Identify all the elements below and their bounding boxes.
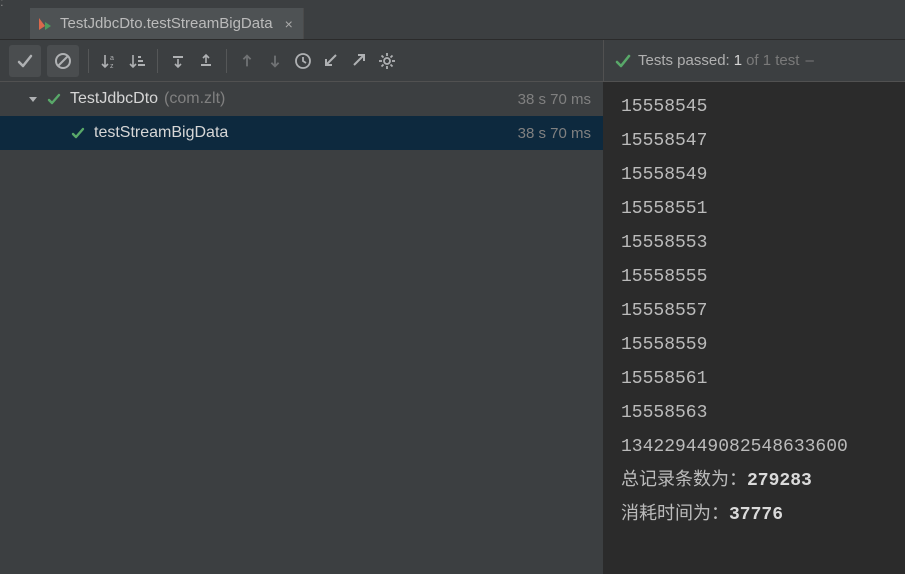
arrow-up-icon (238, 52, 256, 70)
expander-icon[interactable] (24, 94, 42, 104)
console-line: 15558549 (621, 158, 905, 192)
expand-all-button[interactable] (165, 48, 191, 74)
console-records: 总记录条数为：279283 (621, 464, 905, 498)
close-icon[interactable]: × (285, 16, 293, 32)
console-line: 15558563 (621, 396, 905, 430)
tree-child-row[interactable]: ▸ testStreamBigData 38 s 70 ms (0, 116, 603, 150)
console-line: 15558553 (621, 226, 905, 260)
console-line: 15558545 (621, 90, 905, 124)
sort-duration-icon (127, 51, 147, 71)
tree-child-name: testStreamBigData (94, 124, 228, 142)
records-label: 总记录条数为： (621, 471, 747, 491)
edge-colon: : (0, 0, 4, 9)
summary-passed: 1 (734, 52, 742, 69)
test-history-button[interactable] (290, 48, 316, 74)
toolbar-separator (226, 49, 227, 73)
toolbar-separator (157, 49, 158, 73)
history-icon (293, 51, 313, 71)
toolbar-separator (88, 49, 89, 73)
svg-text:z: z (110, 63, 114, 70)
summary-prefix: Tests passed: (638, 52, 730, 69)
time-value: 37776 (729, 505, 783, 525)
tree-root-row[interactable]: TestJdbcDto (com.zlt) 38 s 70 ms (0, 82, 603, 116)
records-value: 279283 (747, 471, 812, 491)
arrow-down-icon (266, 52, 284, 70)
summary-of: of 1 test (746, 52, 799, 69)
ban-icon (53, 51, 73, 71)
sort-alpha-icon: az (99, 51, 119, 71)
gear-icon (377, 51, 397, 71)
console-line: 15558559 (621, 328, 905, 362)
run-config-icon (36, 15, 54, 33)
time-label: 消耗时间为： (621, 505, 729, 525)
test-settings-button[interactable] (374, 48, 400, 74)
next-failed-button[interactable] (262, 48, 288, 74)
test-tree[interactable]: TestJdbcDto (com.zlt) 38 s 70 ms ▸ testS… (0, 82, 603, 574)
export-icon (349, 51, 369, 71)
console-line: 15558561 (621, 362, 905, 396)
show-ignored-button[interactable] (47, 45, 79, 77)
tree-root-name: TestJdbcDto (70, 90, 158, 108)
console-output[interactable]: 15558545 15558547 15558549 15558551 1555… (603, 82, 905, 574)
pass-icon (70, 125, 86, 141)
collapse-icon (196, 51, 216, 71)
console-line: 134229449082548633600 (621, 430, 905, 464)
export-tests-button[interactable] (346, 48, 372, 74)
panel-edge: : (0, 0, 905, 8)
console-line: 15558557 (621, 294, 905, 328)
pass-icon (46, 91, 62, 107)
svg-text:a: a (110, 55, 114, 62)
console-line: 15558551 (621, 192, 905, 226)
tab-title: TestJdbcDto.testStreamBigData (60, 15, 273, 32)
tree-child-duration: 38 s 70 ms (518, 125, 591, 142)
show-passed-button[interactable] (9, 45, 41, 77)
tab-test-run[interactable]: TestJdbcDto.testStreamBigData × (30, 8, 304, 39)
check-icon (15, 51, 35, 71)
main-split: TestJdbcDto (com.zlt) 38 s 70 ms ▸ testS… (0, 82, 905, 574)
import-icon (321, 51, 341, 71)
console-line: 15558547 (621, 124, 905, 158)
editor-tab-strip: TestJdbcDto.testStreamBigData × (0, 8, 905, 40)
test-summary: Tests passed: 1 of 1 test – (603, 40, 824, 81)
prev-failed-button[interactable] (234, 48, 260, 74)
sort-alpha-button[interactable]: az (96, 48, 122, 74)
expand-icon (168, 51, 188, 71)
test-toolbar-left: az (0, 40, 603, 81)
tree-root-duration: 38 s 70 ms (518, 91, 591, 108)
sort-duration-button[interactable] (124, 48, 150, 74)
check-icon (614, 52, 632, 70)
summary-dash: – (805, 52, 813, 69)
collapse-all-button[interactable] (193, 48, 219, 74)
console-time: 消耗时间为：37776 (621, 498, 905, 532)
tree-root-pkg: (com.zlt) (164, 90, 225, 108)
console-line: 15558555 (621, 260, 905, 294)
import-tests-button[interactable] (318, 48, 344, 74)
test-toolbar: az Te (0, 40, 905, 82)
